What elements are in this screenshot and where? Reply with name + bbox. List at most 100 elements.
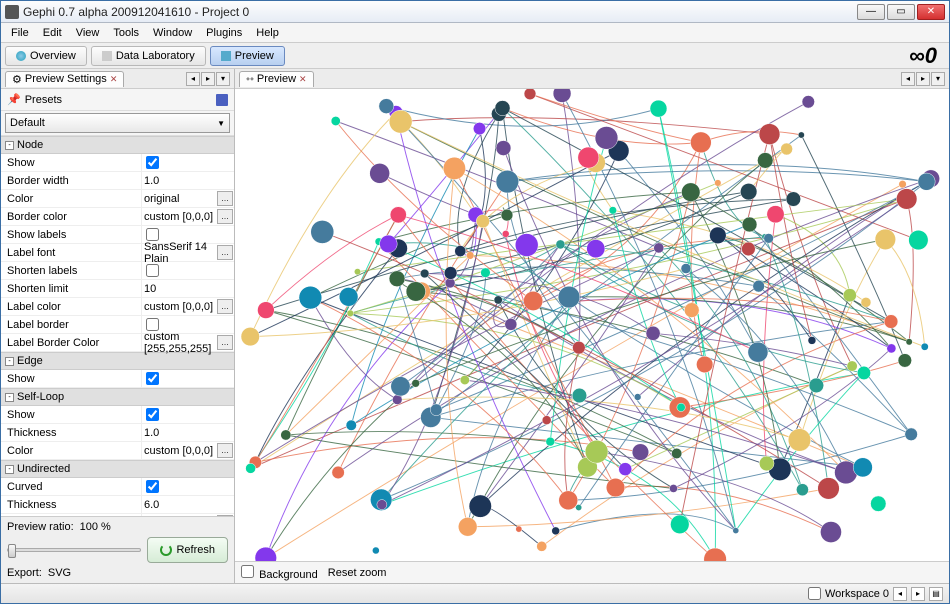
section-label: Node — [17, 139, 43, 151]
prop-value[interactable] — [141, 406, 234, 423]
prop-shorten-limit: Shorten limit10 — [1, 280, 234, 298]
prop-label: Color — [1, 445, 141, 457]
prop-value[interactable]: 1.0 — [141, 424, 234, 441]
workspace-next-button[interactable]: ▸ — [911, 587, 925, 601]
prop-checkbox[interactable] — [146, 480, 159, 493]
menu-plugins[interactable]: Plugins — [200, 25, 248, 41]
workspace-label: Workspace 0 — [825, 588, 889, 600]
prop-value[interactable] — [141, 154, 234, 171]
preview-tab[interactable]: ⬩⬩Preview✕ — [239, 71, 314, 87]
section-node[interactable]: -Node — [1, 136, 234, 154]
menu-file[interactable]: File — [5, 25, 35, 41]
prop-label: Shorten limit — [1, 283, 141, 295]
preset-selected-value: Default — [10, 117, 45, 129]
prop-checkbox[interactable] — [146, 228, 159, 241]
prop-value[interactable]: custom [0,0,0] — [141, 298, 217, 315]
prop-value[interactable]: 6.0 — [141, 496, 234, 513]
slider-thumb[interactable] — [8, 544, 16, 558]
prop-checkbox[interactable] — [146, 372, 159, 385]
prop-value[interactable]: custom [0,0,0] — [141, 208, 217, 225]
menu-tools[interactable]: Tools — [107, 25, 145, 41]
prop-value[interactable]: custom [255,255,255] — [141, 334, 217, 351]
prop-value[interactable]: 10 — [141, 280, 234, 297]
refresh-button[interactable]: Refresh — [147, 537, 228, 563]
prop-value[interactable]: 1.0 — [141, 172, 234, 189]
preview-nav-down[interactable]: ▾ — [931, 72, 945, 86]
save-preset-icon[interactable] — [216, 94, 228, 106]
prop-value[interactable] — [141, 262, 234, 279]
refresh-icon — [160, 544, 172, 556]
prop-checkbox[interactable] — [146, 264, 159, 277]
preview-settings-tab[interactable]: ⚙Preview Settings✕ — [5, 71, 124, 87]
presets-label: Presets — [25, 94, 62, 106]
prop-label: Color — [1, 193, 141, 205]
prop-edit-button[interactable]: … — [217, 335, 233, 350]
maximize-button[interactable]: ▭ — [887, 4, 915, 20]
graph-canvas[interactable] — [235, 89, 949, 561]
nav-right-button[interactable]: ▸ — [201, 72, 215, 86]
export-value[interactable]: SVG — [48, 567, 71, 579]
prop-value[interactable] — [141, 478, 234, 495]
section-edge[interactable]: -Edge — [1, 352, 234, 370]
prop-label: Show — [1, 409, 141, 421]
table-icon — [102, 51, 112, 61]
menu-view[interactable]: View — [70, 25, 106, 41]
globe-icon — [16, 51, 26, 61]
prop-label: Show labels — [1, 229, 141, 241]
section-label: Undirected — [17, 463, 70, 475]
prop-show: Show — [1, 370, 234, 388]
prop-edit-button[interactable]: … — [217, 191, 233, 206]
chevron-down-icon: ▼ — [217, 119, 225, 128]
preset-select[interactable]: Default ▼ — [5, 113, 230, 133]
menu-window[interactable]: Window — [147, 25, 198, 41]
presets-icon: 📌 — [7, 93, 21, 106]
workspace-checkbox[interactable] — [808, 587, 821, 600]
properties-panel[interactable]: -NodeShowBorder width1.0Colororiginal…Bo… — [1, 135, 234, 516]
statusbar: Workspace 0 ◂ ▸ ▤ — [1, 583, 949, 603]
prop-edit-button[interactable]: … — [217, 245, 233, 260]
background-checkbox[interactable]: Background — [241, 565, 318, 581]
minimize-button[interactable]: — — [857, 4, 885, 20]
prop-label-color: Label colorcustom [0,0,0]… — [1, 298, 234, 316]
collapse-icon: - — [5, 141, 14, 150]
nav-down-button[interactable]: ▾ — [216, 72, 230, 86]
tab-preview[interactable]: Preview — [210, 46, 285, 66]
prop-label: Border color — [1, 211, 141, 223]
export-label: Export: — [7, 567, 42, 579]
menubar: FileEditViewToolsWindowPluginsHelp — [1, 23, 949, 43]
prop-checkbox[interactable] — [146, 408, 159, 421]
prop-label: Curved — [1, 481, 141, 493]
prop-value[interactable]: original — [141, 190, 217, 207]
preview-nav-right[interactable]: ▸ — [916, 72, 930, 86]
preview-nav-left[interactable]: ◂ — [901, 72, 915, 86]
tab-data-laboratory[interactable]: Data Laboratory — [91, 46, 206, 66]
section-undirected[interactable]: -Undirected — [1, 460, 234, 478]
prop-edit-button[interactable]: … — [217, 299, 233, 314]
collapse-icon: - — [5, 393, 14, 402]
workspace-prev-button[interactable]: ◂ — [893, 587, 907, 601]
prop-value[interactable] — [141, 370, 234, 387]
prop-label: Border width — [1, 175, 141, 187]
nav-left-button[interactable]: ◂ — [186, 72, 200, 86]
preview-ratio-slider[interactable] — [7, 548, 141, 552]
prop-checkbox[interactable] — [146, 318, 159, 331]
tab-overview[interactable]: Overview — [5, 46, 87, 66]
gephi-logo: ∞0 — [909, 43, 945, 69]
section-self-loop[interactable]: -Self-Loop — [1, 388, 234, 406]
prop-edit-button[interactable]: … — [217, 209, 233, 224]
prop-label: Shorten labels — [1, 265, 141, 277]
menu-help[interactable]: Help — [250, 25, 285, 41]
prop-value[interactable]: SansSerif 14 Plain — [141, 244, 217, 261]
close-tab-icon[interactable]: ✕ — [110, 74, 118, 85]
reset-zoom-link[interactable]: Reset zoom — [328, 567, 387, 579]
refresh-label: Refresh — [176, 544, 215, 556]
menu-edit[interactable]: Edit — [37, 25, 68, 41]
prop-checkbox[interactable] — [146, 156, 159, 169]
close-preview-tab-icon[interactable]: ✕ — [299, 74, 307, 85]
prop-edit-button[interactable]: … — [217, 443, 233, 458]
close-button[interactable]: ✕ — [917, 4, 945, 20]
prop-value[interactable]: custom [0,0,0] — [141, 442, 217, 459]
workspace-menu-button[interactable]: ▤ — [929, 587, 943, 601]
prop-label: Show — [1, 157, 141, 169]
prop-curved: Curved — [1, 478, 234, 496]
